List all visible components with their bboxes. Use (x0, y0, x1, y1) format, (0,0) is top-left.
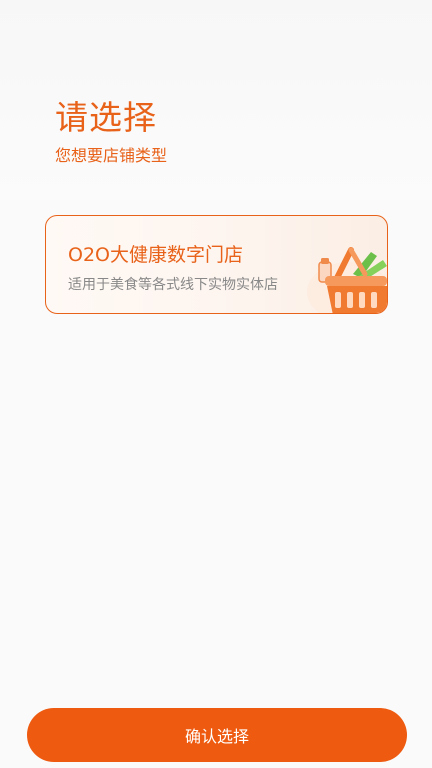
store-type-description: 适用于美食等各式线下实物实体店 (68, 277, 278, 293)
header: 请选择 您想要店铺类型 (0, 0, 432, 200)
store-type-option-card[interactable]: O2O大健康数字门店 适用于美食等各式线下实物实体店 (45, 215, 388, 314)
confirm-selection-button[interactable]: 确认选择 (27, 708, 407, 762)
store-type-title: O2O大健康数字门店 (68, 244, 243, 266)
page-title: 请选择 (55, 98, 157, 137)
page-subtitle: 您想要店铺类型 (55, 146, 168, 165)
shopping-basket-icon (307, 247, 387, 313)
